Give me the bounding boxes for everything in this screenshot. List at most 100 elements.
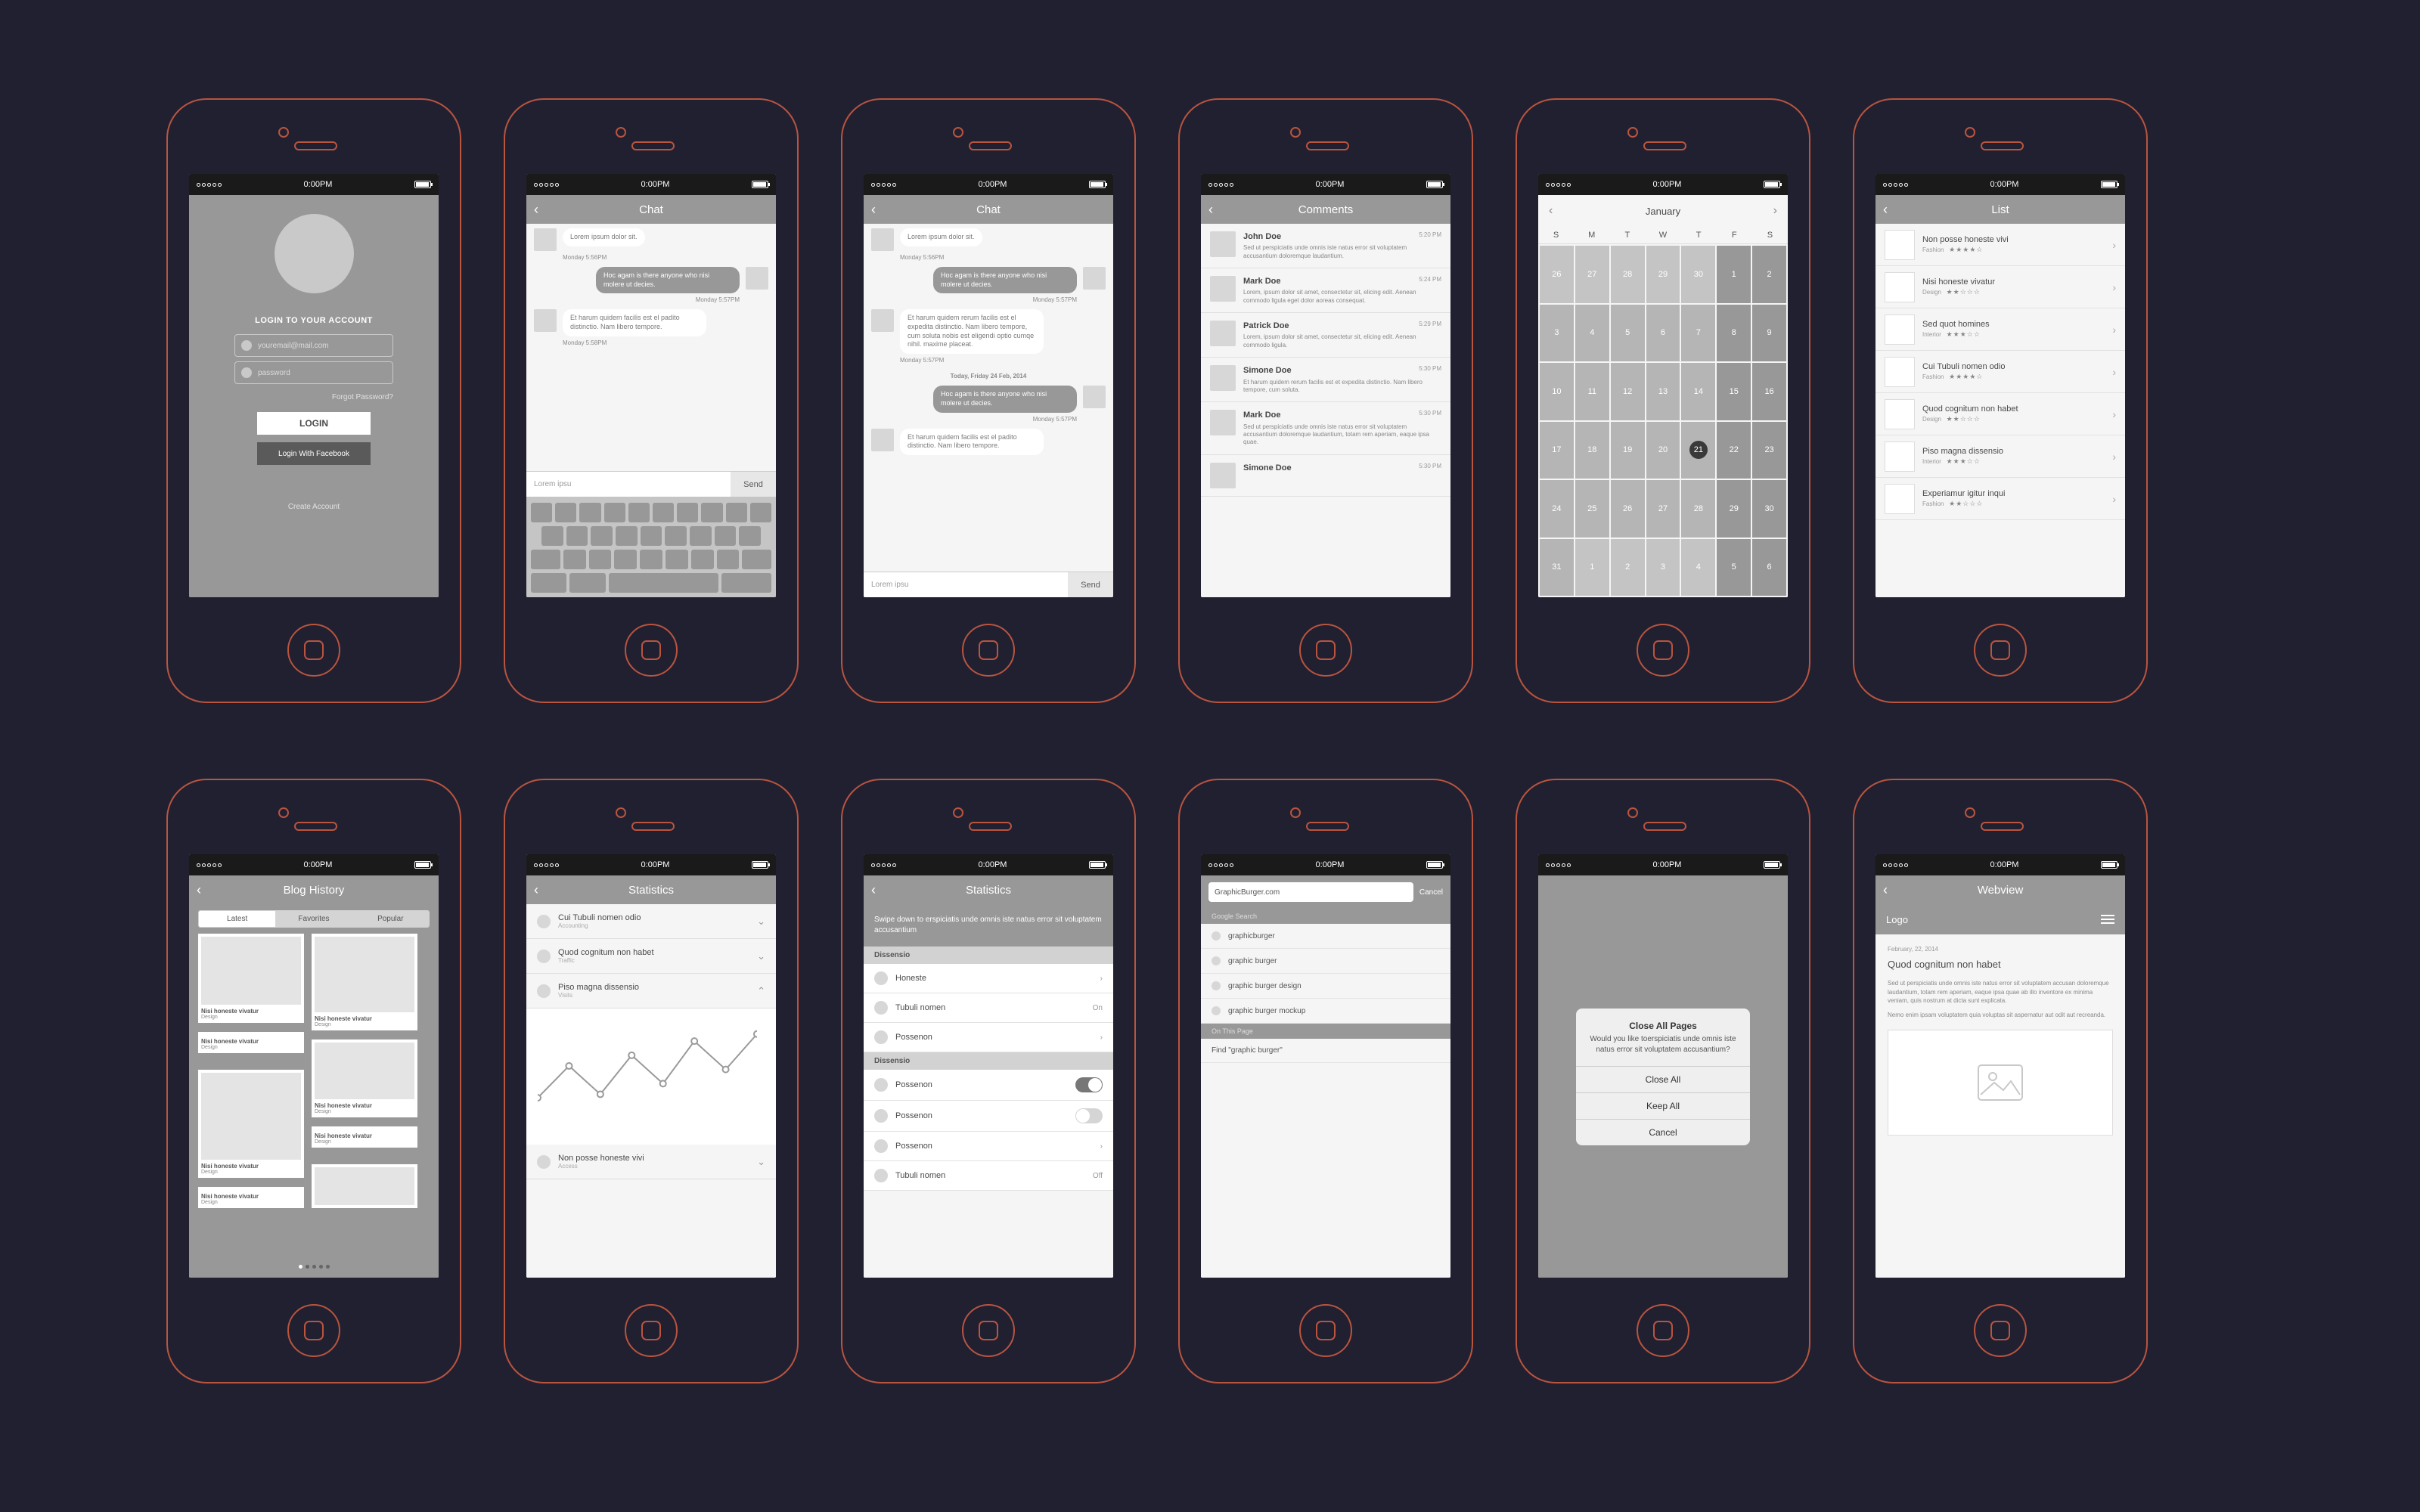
calendar-day[interactable]: 24 bbox=[1540, 480, 1574, 538]
comment-item[interactable]: John Doe5:20 PMSed ut perspiciatis unde … bbox=[1201, 224, 1450, 268]
calendar-day[interactable]: 23 bbox=[1752, 422, 1786, 479]
hamburger-icon[interactable] bbox=[2101, 915, 2114, 924]
back-icon[interactable]: ‹ bbox=[534, 882, 538, 898]
send-button[interactable]: Send bbox=[1068, 572, 1113, 597]
calendar-day[interactable]: 19 bbox=[1611, 422, 1645, 479]
list-item[interactable]: Non posse honeste viviFashion ★★★★☆› bbox=[1876, 224, 2125, 266]
blog-card[interactable]: Nisi honeste vivaturDesign bbox=[198, 1032, 304, 1053]
find-on-page[interactable]: Find "graphic burger" bbox=[1201, 1039, 1450, 1063]
list-item[interactable]: Nisi honeste vivaturDesign ★★☆☆☆› bbox=[1876, 266, 2125, 308]
calendar-day[interactable]: 28 bbox=[1681, 480, 1715, 538]
toggle-switch[interactable] bbox=[1075, 1077, 1103, 1092]
blog-card[interactable]: Nisi honeste vivaturDesign bbox=[312, 934, 417, 1030]
calendar-day[interactable]: 29 bbox=[1717, 480, 1751, 538]
alert-button[interactable]: Cancel bbox=[1576, 1119, 1750, 1145]
accordion-item[interactable]: Piso magna dissensioVisits⌃ bbox=[526, 974, 776, 1009]
blog-card[interactable]: Nisi honeste vivaturDesign bbox=[312, 1040, 417, 1117]
message-input[interactable]: Lorem ipsu bbox=[526, 472, 731, 497]
calendar-day[interactable]: 21 bbox=[1681, 422, 1715, 479]
tab-favorites[interactable]: Favorites bbox=[275, 911, 352, 927]
accordion-item[interactable]: Quod cognitum non habetTraffic⌄ bbox=[526, 939, 776, 974]
accordion-item[interactable]: Non posse honeste viviAccess⌄ bbox=[526, 1145, 776, 1179]
calendar-day[interactable]: 27 bbox=[1646, 480, 1680, 538]
search-suggestion[interactable]: graphic burger bbox=[1201, 949, 1450, 974]
send-button[interactable]: Send bbox=[731, 472, 776, 497]
forgot-password-link[interactable]: Forgot Password? bbox=[332, 393, 393, 401]
blog-card[interactable] bbox=[312, 1164, 417, 1208]
blog-card[interactable]: Nisi honeste vivaturDesign bbox=[198, 934, 304, 1023]
calendar-day[interactable]: 3 bbox=[1646, 539, 1680, 596]
settings-row[interactable]: Tubuli nomenOn bbox=[864, 993, 1113, 1023]
calendar-day[interactable]: 6 bbox=[1752, 539, 1786, 596]
calendar-day[interactable]: 30 bbox=[1681, 246, 1715, 303]
comment-item[interactable]: Mark Doe5:30 PMSed ut perspiciatis unde … bbox=[1201, 402, 1450, 454]
prev-month-icon[interactable]: ‹ bbox=[1549, 204, 1553, 218]
calendar-day[interactable]: 11 bbox=[1575, 363, 1609, 420]
keyboard[interactable] bbox=[526, 497, 776, 597]
calendar-day[interactable]: 2 bbox=[1611, 539, 1645, 596]
settings-row[interactable]: Tubuli nomenOff bbox=[864, 1161, 1113, 1191]
blog-card[interactable]: Nisi honeste vivaturDesign bbox=[198, 1187, 304, 1208]
tab-latest[interactable]: Latest bbox=[199, 911, 275, 927]
back-icon[interactable]: ‹ bbox=[871, 882, 876, 898]
calendar-day[interactable]: 8 bbox=[1717, 305, 1751, 362]
list-item[interactable]: Experiamur igitur inquiFashion ★★☆☆☆› bbox=[1876, 478, 2125, 520]
create-account-link[interactable]: Create Account bbox=[288, 503, 340, 511]
comment-item[interactable]: Mark Doe5:24 PMLorem, ipsum dolor sit am… bbox=[1201, 268, 1450, 313]
password-field[interactable]: password bbox=[234, 361, 393, 384]
calendar-day[interactable]: 13 bbox=[1646, 363, 1680, 420]
calendar-day[interactable]: 4 bbox=[1575, 305, 1609, 362]
calendar-day[interactable]: 31 bbox=[1540, 539, 1574, 596]
calendar-day[interactable]: 20 bbox=[1646, 422, 1680, 479]
back-icon[interactable]: ‹ bbox=[1883, 202, 1888, 218]
login-button[interactable]: LOGIN bbox=[257, 412, 371, 435]
calendar-day[interactable]: 6 bbox=[1646, 305, 1680, 362]
calendar-day[interactable]: 5 bbox=[1717, 539, 1751, 596]
toggle-switch[interactable] bbox=[1075, 1108, 1103, 1123]
search-input[interactable]: GraphicBurger.com bbox=[1208, 882, 1413, 902]
settings-row[interactable]: Possenon› bbox=[864, 1132, 1113, 1161]
alert-button[interactable]: Keep All bbox=[1576, 1092, 1750, 1119]
calendar-day[interactable]: 1 bbox=[1717, 246, 1751, 303]
settings-row[interactable]: Possenon bbox=[864, 1101, 1113, 1132]
calendar-day[interactable]: 12 bbox=[1611, 363, 1645, 420]
calendar-day[interactable]: 7 bbox=[1681, 305, 1715, 362]
calendar-day[interactable]: 5 bbox=[1611, 305, 1645, 362]
back-icon[interactable]: ‹ bbox=[197, 882, 201, 898]
email-field[interactable]: youremail@mail.com bbox=[234, 334, 393, 357]
calendar-day[interactable]: 29 bbox=[1646, 246, 1680, 303]
calendar-day[interactable]: 18 bbox=[1575, 422, 1609, 479]
calendar-day[interactable]: 1 bbox=[1575, 539, 1609, 596]
calendar-day[interactable]: 9 bbox=[1752, 305, 1786, 362]
back-icon[interactable]: ‹ bbox=[534, 202, 538, 218]
search-suggestion[interactable]: graphic burger design bbox=[1201, 974, 1450, 999]
calendar-day[interactable]: 17 bbox=[1540, 422, 1574, 479]
settings-row[interactable]: Honeste› bbox=[864, 964, 1113, 993]
calendar-day[interactable]: 16 bbox=[1752, 363, 1786, 420]
back-icon[interactable]: ‹ bbox=[1208, 202, 1213, 218]
calendar-day[interactable]: 4 bbox=[1681, 539, 1715, 596]
cancel-button[interactable]: Cancel bbox=[1419, 888, 1443, 897]
tab-popular[interactable]: Popular bbox=[352, 911, 429, 927]
calendar-day[interactable]: 14 bbox=[1681, 363, 1715, 420]
list-item[interactable]: Sed quot hominesInterior ★★★☆☆› bbox=[1876, 308, 2125, 351]
accordion-item[interactable]: Cui Tubuli nomen odioAccounting⌄ bbox=[526, 904, 776, 939]
comment-item[interactable]: Simone Doe5:30 PM bbox=[1201, 455, 1450, 497]
login-facebook-button[interactable]: Login With Facebook bbox=[257, 442, 371, 465]
settings-row[interactable]: Possenon› bbox=[864, 1023, 1113, 1052]
list-item[interactable]: Piso magna dissensioInterior ★★★☆☆› bbox=[1876, 435, 2125, 478]
back-icon[interactable]: ‹ bbox=[1883, 882, 1888, 898]
blog-card[interactable]: Nisi honeste vivaturDesign bbox=[312, 1126, 417, 1148]
alert-button[interactable]: Close All bbox=[1576, 1066, 1750, 1092]
calendar-day[interactable]: 26 bbox=[1611, 480, 1645, 538]
back-icon[interactable]: ‹ bbox=[871, 202, 876, 218]
calendar-day[interactable]: 27 bbox=[1575, 246, 1609, 303]
search-suggestion[interactable]: graphicburger bbox=[1201, 924, 1450, 949]
calendar-day[interactable]: 25 bbox=[1575, 480, 1609, 538]
calendar-day[interactable]: 28 bbox=[1611, 246, 1645, 303]
next-month-icon[interactable]: › bbox=[1773, 204, 1777, 218]
settings-row[interactable]: Possenon bbox=[864, 1070, 1113, 1101]
calendar-day[interactable]: 22 bbox=[1717, 422, 1751, 479]
calendar-day[interactable]: 15 bbox=[1717, 363, 1751, 420]
message-input[interactable]: Lorem ipsu bbox=[864, 572, 1068, 597]
